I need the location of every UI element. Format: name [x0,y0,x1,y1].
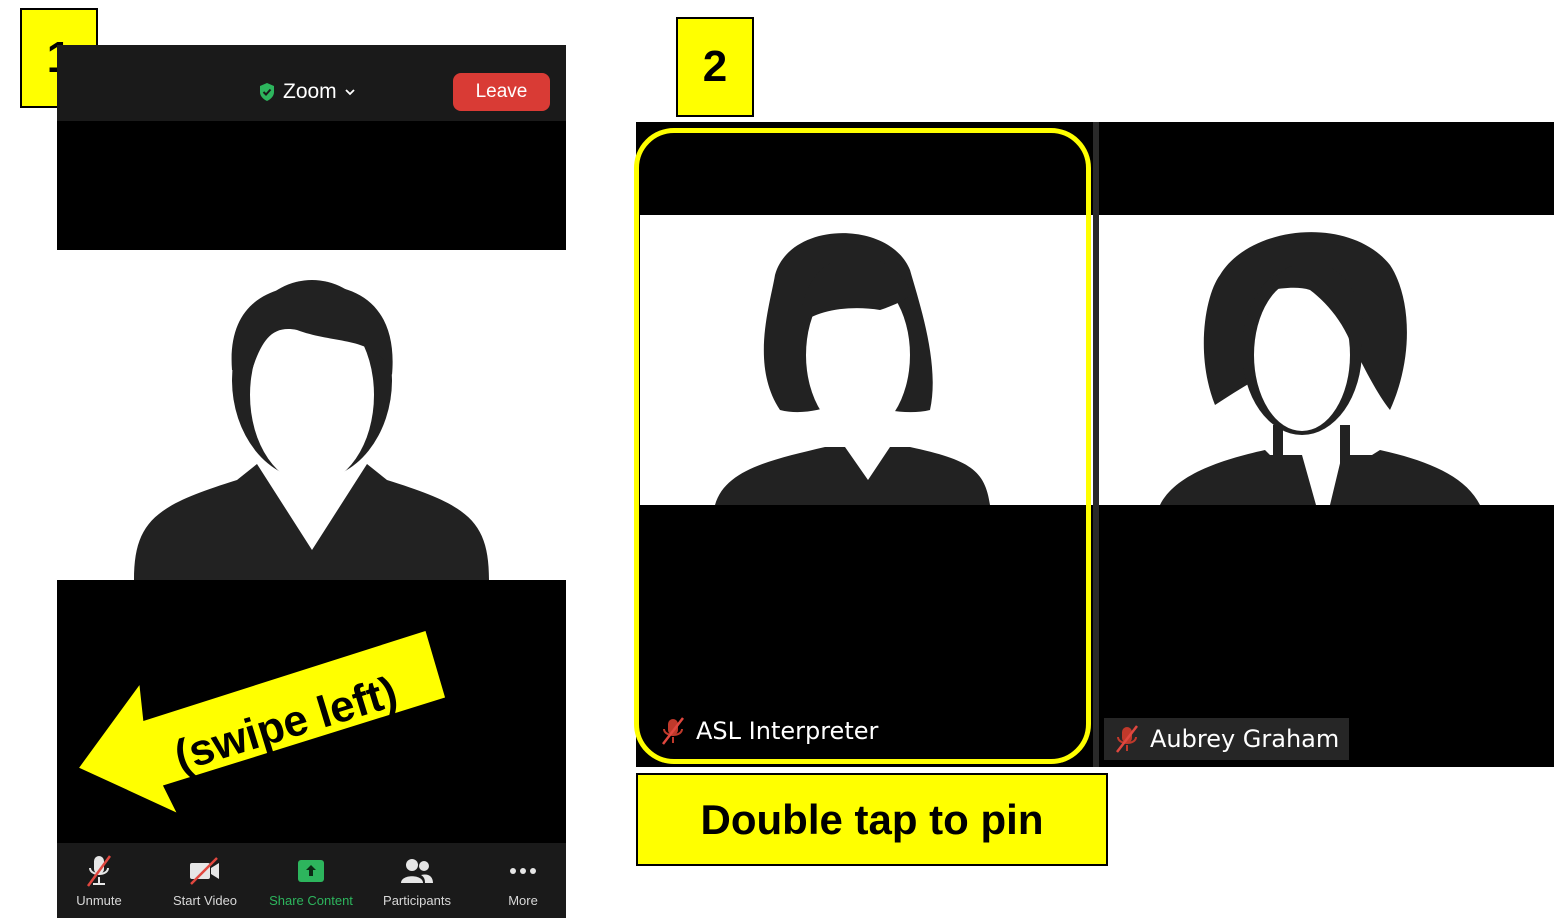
meeting-top-bar: Zoom Leave [57,45,566,121]
video-off-icon [190,857,219,885]
active-speaker-video [57,250,566,580]
participant-name-tag: Aubrey Graham [1104,718,1350,760]
female-avatar-silhouette-2 [1160,232,1480,505]
meeting-title-dropdown[interactable]: Zoom [257,77,357,107]
pin-instruction: Double tap to pin [636,773,1108,866]
muted-mic-icon [1116,725,1138,753]
toolbar-start-video-label: Start Video [172,893,238,908]
pin-target-highlight [634,128,1091,764]
shield-check-icon [260,83,274,101]
toolbar-more[interactable]: More [473,853,566,908]
participant-name: Aubrey Graham [1150,725,1340,753]
more-dots-icon [510,868,536,874]
toolbar-share-content[interactable]: Share Content [261,853,361,908]
male-avatar-silhouette [134,280,489,580]
toolbar-unmute-label: Unmute [76,893,122,908]
step-2-label: 2 [676,17,754,117]
participant-tile-aubrey-graham[interactable] [1090,215,1554,505]
toolbar-share-content-label: Share Content [269,893,353,908]
muted-mic-icon [86,855,112,887]
leave-button[interactable]: Leave [453,73,550,111]
meeting-toolbar: Unmute Start Video Share Content Partici… [57,843,566,918]
share-screen-icon [298,860,324,882]
meeting-title: Zoom [283,80,337,103]
toolbar-participants[interactable]: Participants [367,853,467,908]
chevron-down-icon [345,89,355,96]
toolbar-participants-label: Participants [383,893,451,908]
participants-icon [401,859,433,883]
toolbar-more-label: More [508,893,538,908]
toolbar-unmute[interactable]: Unmute [57,853,149,908]
tile-divider [1093,122,1099,767]
swipe-left-arrow: (swipe left) [78,629,447,816]
toolbar-start-video[interactable]: Start Video [155,853,255,908]
